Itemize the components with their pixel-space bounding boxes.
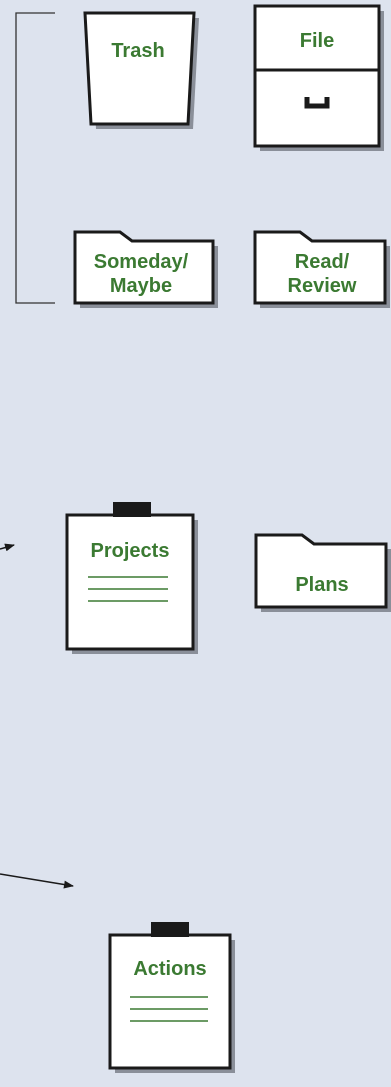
read-review-node: Read/ Review bbox=[253, 230, 390, 308]
file-node: File bbox=[253, 4, 384, 151]
read-review-label-line2: Review bbox=[288, 275, 357, 297]
plans-label: Plans bbox=[295, 574, 348, 596]
projects-label: Projects bbox=[91, 540, 170, 562]
folder-icon bbox=[254, 533, 388, 609]
clipboard-icon bbox=[65, 502, 195, 651]
trash-label: Trash bbox=[111, 40, 164, 62]
read-review-label-line1: Read/ bbox=[295, 251, 350, 273]
someday-label-line1: Someday/ bbox=[94, 251, 189, 273]
actions-node: Actions bbox=[108, 922, 235, 1073]
arrow-to-projects bbox=[0, 543, 15, 552]
actions-label: Actions bbox=[133, 958, 206, 980]
workflow-diagram: Trash File Someday/ Maybe Read/ Review P… bbox=[0, 0, 391, 1082]
clipboard-icon bbox=[108, 922, 232, 1070]
someday-label-line2: Maybe bbox=[110, 275, 172, 297]
file-cabinet-icon bbox=[253, 4, 381, 148]
trash-node: Trash bbox=[83, 11, 199, 129]
diagram-canvas: Trash File Someday/ Maybe Read/ Review P… bbox=[0, 4, 391, 1073]
someday-maybe-node: Someday/ Maybe bbox=[73, 230, 218, 308]
file-label: File bbox=[300, 30, 334, 52]
plans-node: Plans bbox=[254, 533, 391, 612]
group-bracket bbox=[15, 12, 55, 304]
projects-node: Projects bbox=[65, 502, 198, 654]
arrow-to-actions bbox=[0, 873, 74, 889]
trash-bin-icon bbox=[83, 11, 196, 126]
